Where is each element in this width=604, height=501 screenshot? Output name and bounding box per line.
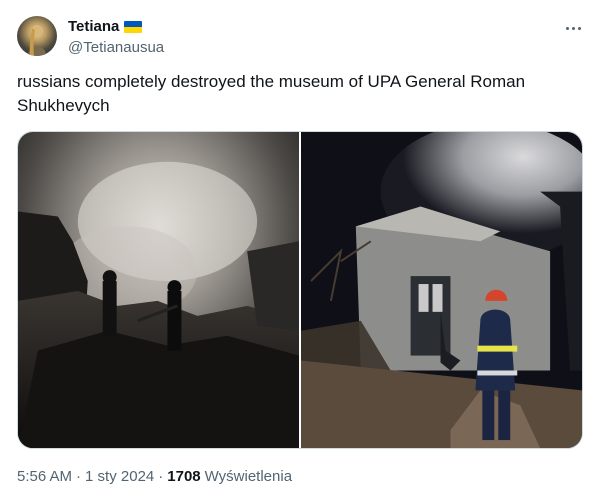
tweet-date-link[interactable]: 1 sty 2024 (85, 467, 154, 487)
tweet-media (17, 131, 583, 449)
dot-icon (571, 26, 575, 30)
avatar[interactable] (17, 16, 57, 56)
photo-fire-ruins (18, 132, 299, 448)
ukraine-flag-icon (124, 21, 143, 33)
avatar-image (28, 25, 46, 56)
tweet-card: Tetiana @Tetianausua russians completely… (0, 0, 604, 501)
dot-icon (565, 26, 569, 30)
meta-separator: · (76, 468, 82, 485)
dot-icon (577, 26, 581, 30)
tweet-meta: 5:56 AM · 1 sty 2024 · 1708 Wyświetlenia (17, 467, 292, 487)
tweet-time-link[interactable]: 5:56 AM (17, 467, 72, 487)
photo-firefighter-museum (301, 132, 582, 448)
tweet-photo-1[interactable] (18, 132, 299, 448)
views-count: 1708 (167, 468, 201, 485)
more-options-button[interactable] (561, 16, 585, 40)
meta-separator: · (158, 468, 164, 485)
tweet-text: russians completely destroyed the museum… (17, 72, 526, 115)
author-display-name[interactable]: Tetiana (68, 17, 119, 37)
author-handle[interactable]: @Tetianausua (68, 38, 164, 58)
tweet-photo-2[interactable] (301, 132, 582, 448)
views-label: Wyświetlenia (204, 468, 293, 485)
author-name-row: Tetiana (68, 17, 143, 37)
